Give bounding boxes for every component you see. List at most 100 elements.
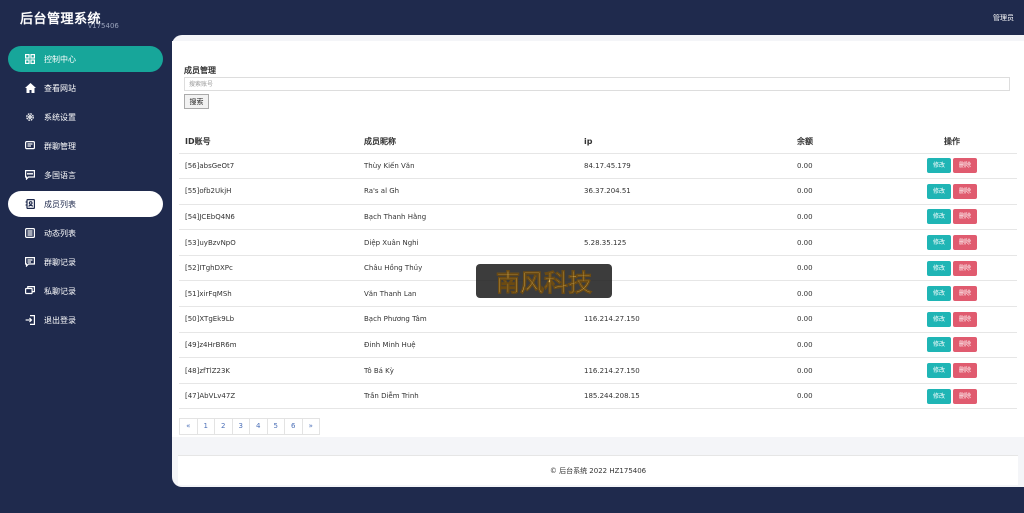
cell-actions: 修改 删除 — [887, 255, 1017, 282]
edit-button[interactable]: 修改 — [927, 158, 951, 174]
page-1[interactable]: 1 — [196, 418, 215, 435]
app-version: v175406 — [88, 22, 119, 30]
sidebar-item-private-records[interactable]: 私聊记录 — [8, 278, 163, 304]
cell-nickname: Trần Diễm Trinh — [364, 383, 584, 410]
sidebar-item-posts[interactable]: 动态列表 — [8, 220, 163, 246]
cell-actions: 修改 删除 — [887, 306, 1017, 333]
delete-button[interactable]: 删除 — [953, 311, 977, 327]
page-next[interactable]: » — [301, 418, 320, 435]
delete-button[interactable]: 删除 — [953, 183, 977, 199]
sidebar-item-label: 查看网站 — [44, 83, 76, 93]
cell-balance: 0.00 — [797, 383, 887, 410]
admin-user-link[interactable]: 管理员 — [993, 13, 1014, 23]
delete-button[interactable]: 删除 — [953, 235, 977, 251]
search-button[interactable]: 搜索 — [184, 94, 209, 109]
cell-nickname: Tô Bá Kỳ — [364, 357, 584, 384]
cell-ip: 185.244.208.15 — [584, 383, 797, 410]
home-icon — [24, 82, 36, 94]
cell-ip: 116.214.27.150 — [584, 306, 797, 333]
delete-button[interactable]: 删除 — [953, 260, 977, 276]
table-row: [54]JCEbQ4N6 Bạch Thanh Hằng 0.00 修改 删除 — [179, 204, 1017, 231]
search-input[interactable] — [184, 77, 1010, 91]
edit-button[interactable]: 修改 — [927, 363, 951, 379]
page-4[interactable]: 4 — [249, 418, 268, 435]
chat-record-icon — [24, 256, 36, 268]
sidebar-item-label: 群聊管理 — [44, 141, 76, 151]
cell-balance: 0.00 — [797, 178, 887, 205]
cell-nickname: Thùy Kiến Văn — [364, 153, 584, 180]
cell-nickname: Bạch Phương Tâm — [364, 306, 584, 333]
pagination: « 1 2 3 4 5 6 » — [179, 418, 320, 435]
cell-balance: 0.00 — [797, 255, 887, 282]
cell-ip — [584, 332, 797, 359]
column-header-id: ID账号 — [179, 130, 364, 154]
sidebar-item-view-site[interactable]: 查看网站 — [8, 75, 163, 101]
sidebar-item-label: 系统设置 — [44, 112, 76, 122]
gear-icon — [24, 111, 36, 123]
watermark-logo: 南风科技 — [476, 264, 612, 298]
cell-id: [48]zfTlZ23K — [179, 357, 364, 384]
table-row: [53]uyBzvNpO Diệp Xuân Nghi 5.28.35.125 … — [179, 229, 1017, 256]
cell-ip: 116.214.27.150 — [584, 357, 797, 384]
sidebar-item-members[interactable]: 成员列表 — [8, 191, 163, 217]
cell-balance: 0.00 — [797, 332, 887, 359]
sidebar-item-label: 私聊记录 — [44, 286, 76, 296]
delete-button[interactable]: 删除 — [953, 286, 977, 302]
cell-id: [52]ITghDXPc — [179, 255, 364, 282]
cell-id: [55]ofb2UkjH — [179, 178, 364, 205]
page-5[interactable]: 5 — [266, 418, 285, 435]
edit-button[interactable]: 修改 — [927, 388, 951, 404]
sidebar-item-label: 成员列表 — [44, 199, 76, 209]
cell-balance: 0.00 — [797, 229, 887, 256]
cell-actions: 修改 删除 — [887, 383, 1017, 410]
cell-balance: 0.00 — [797, 280, 887, 308]
sidebar-item-label: 群聊记录 — [44, 257, 76, 267]
page-2[interactable]: 2 — [214, 418, 233, 435]
sidebar-item-logout[interactable]: 退出登录 — [8, 307, 163, 333]
cell-actions: 修改 删除 — [887, 332, 1017, 359]
cell-ip — [584, 204, 797, 231]
edit-button[interactable]: 修改 — [927, 209, 951, 225]
delete-button[interactable]: 删除 — [953, 158, 977, 174]
edit-button[interactable]: 修改 — [927, 337, 951, 353]
page-3[interactable]: 3 — [231, 418, 250, 435]
sidebar-nav: 控制中心 查看网站 系统设置 群聊管理 多国语言 成员列表 动态列表 群聊记录 … — [8, 46, 163, 336]
cell-id: [51]xirFqMSh — [179, 280, 364, 308]
sidebar-item-settings[interactable]: 系统设置 — [8, 104, 163, 130]
edit-button[interactable]: 修改 — [927, 311, 951, 327]
cell-actions: 修改 删除 — [887, 204, 1017, 231]
table-row: [49]z4HrBR6m Đinh Minh Huệ 0.00 修改 删除 — [179, 332, 1017, 359]
cell-id: [50]XTgEk9Lb — [179, 306, 364, 333]
edit-button[interactable]: 修改 — [927, 260, 951, 276]
cell-id: [49]z4HrBR6m — [179, 332, 364, 359]
sidebar-item-group-chat[interactable]: 群聊管理 — [8, 133, 163, 159]
column-header-balance: 余额 — [797, 130, 887, 154]
delete-button[interactable]: 删除 — [953, 363, 977, 379]
delete-button[interactable]: 删除 — [953, 337, 977, 353]
cell-actions: 修改 删除 — [887, 229, 1017, 256]
cell-balance: 0.00 — [797, 153, 887, 180]
sidebar-item-control-center[interactable]: 控制中心 — [8, 46, 163, 72]
edit-button[interactable]: 修改 — [927, 235, 951, 251]
cell-actions: 修改 删除 — [887, 280, 1017, 308]
delete-button[interactable]: 删除 — [953, 209, 977, 225]
sidebar-item-group-records[interactable]: 群聊记录 — [8, 249, 163, 275]
cell-actions: 修改 删除 — [887, 357, 1017, 384]
private-chat-icon — [24, 285, 36, 297]
column-header-ip: ip — [584, 130, 797, 154]
table-header-row: ID账号 成员昵称 ip 余额 操作 — [179, 130, 1017, 154]
list-icon — [24, 227, 36, 239]
cell-ip: 5.28.35.125 — [584, 229, 797, 256]
page-prev[interactable]: « — [179, 418, 198, 435]
cell-nickname: Diệp Xuân Nghi — [364, 229, 584, 256]
edit-button[interactable]: 修改 — [927, 286, 951, 302]
cell-id: [53]uyBzvNpO — [179, 229, 364, 256]
sidebar-item-label: 控制中心 — [44, 54, 76, 64]
cell-nickname: Đinh Minh Huệ — [364, 332, 584, 359]
delete-button[interactable]: 删除 — [953, 388, 977, 404]
edit-button[interactable]: 修改 — [927, 183, 951, 199]
cell-nickname: Bạch Thanh Hằng — [364, 204, 584, 231]
sidebar-item-languages[interactable]: 多国语言 — [8, 162, 163, 188]
cell-ip: 36.37.204.51 — [584, 178, 797, 205]
page-6[interactable]: 6 — [284, 418, 303, 435]
